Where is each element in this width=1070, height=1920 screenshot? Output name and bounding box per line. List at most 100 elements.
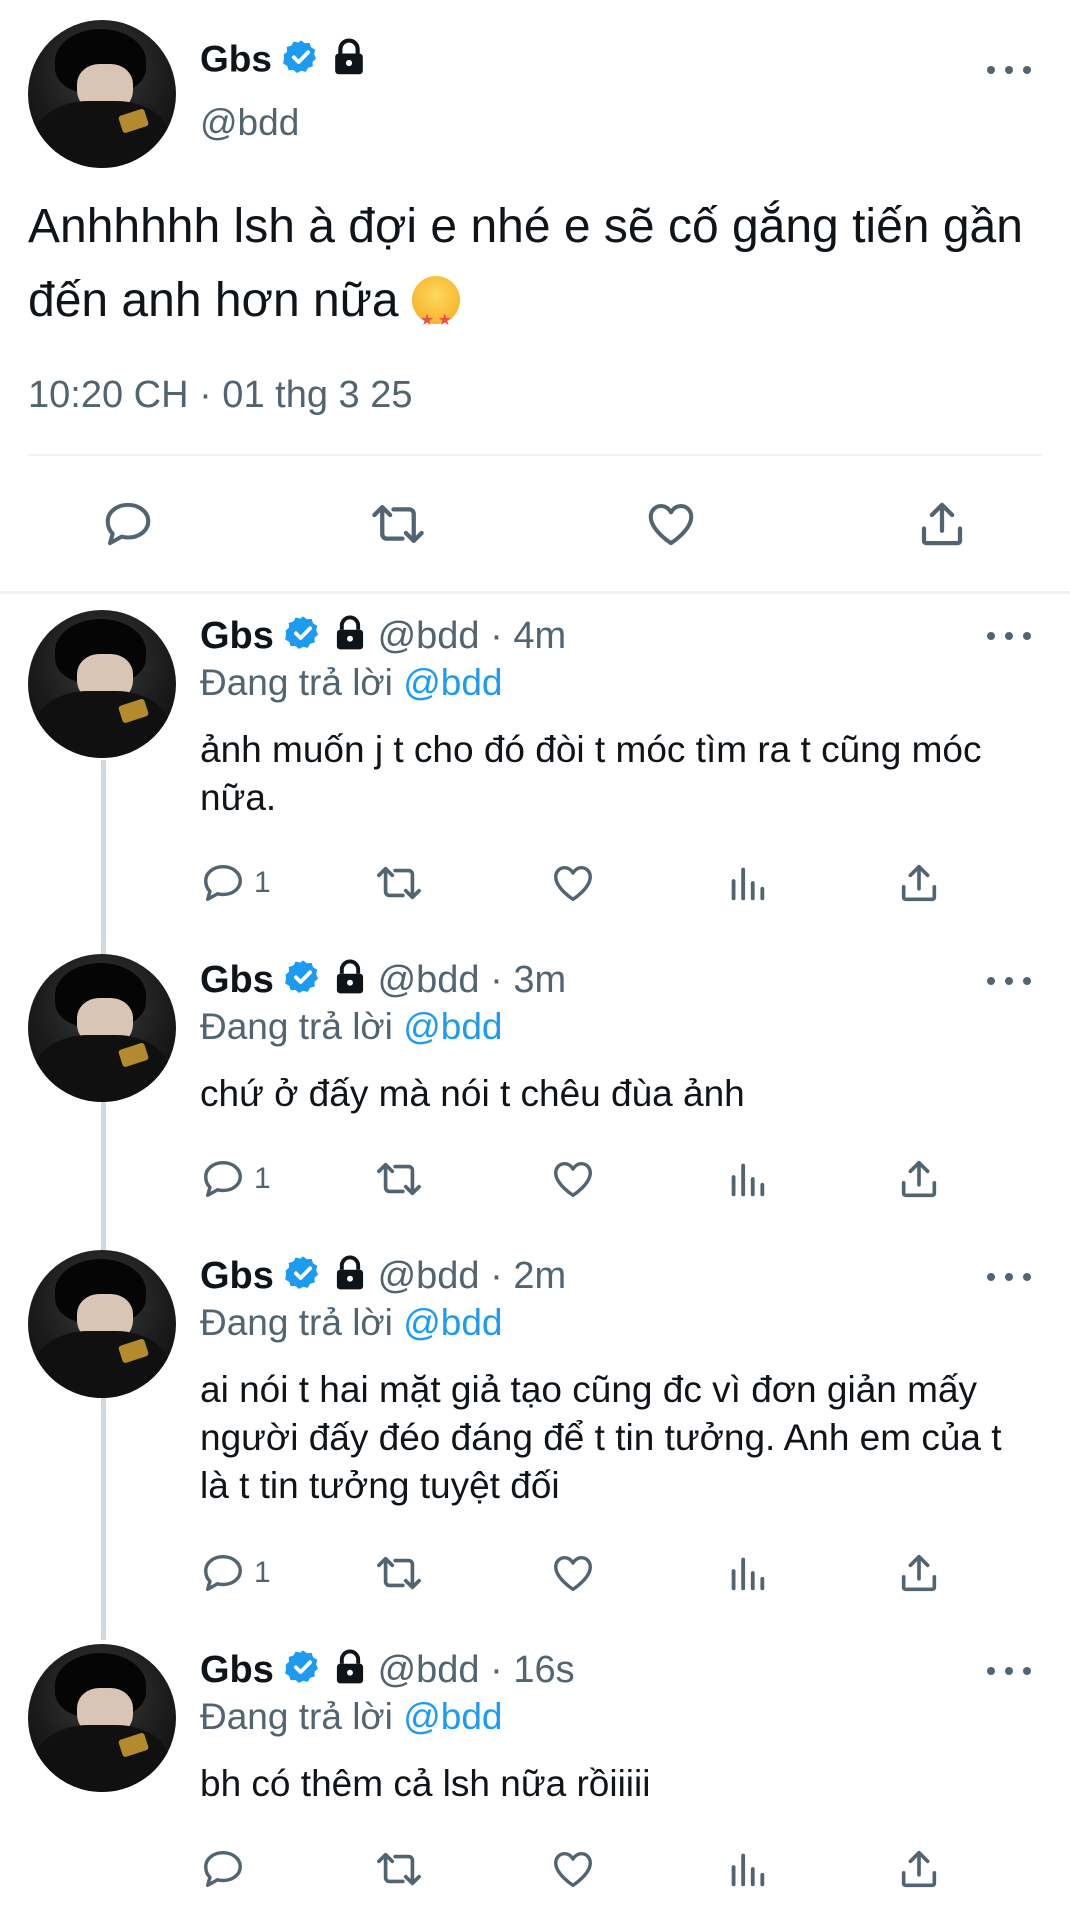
replying-mention[interactable]: @bdd [403, 662, 502, 703]
star-struck-emoji-icon [411, 276, 460, 358]
reply-icon [105, 502, 151, 546]
tweet-timestamp[interactable]: 10:20 CH · 01 thg 3 25 [28, 374, 412, 417]
retweet-button[interactable] [373, 860, 425, 906]
like-icon [554, 1161, 592, 1198]
reply-count: 1 [254, 866, 271, 899]
like-button[interactable] [643, 497, 699, 551]
share-icon [901, 1554, 937, 1592]
share-button[interactable] [896, 1846, 942, 1892]
tweet-thread-page: Gbs @bdd Anhhhhh lsh à đợi e nhé e sẽ cố… [0, 0, 1070, 1920]
retweet-button[interactable] [373, 1550, 425, 1596]
verified-badge-icon [282, 38, 320, 85]
like-button[interactable] [550, 860, 596, 906]
reply-icon [204, 1160, 242, 1198]
retweet-button[interactable] [373, 1846, 425, 1892]
share-icon [901, 1850, 937, 1888]
like-button[interactable] [550, 1550, 596, 1596]
thread-line [101, 760, 106, 1640]
views-button[interactable] [724, 1156, 770, 1202]
reply-header: Gbs @bdd · 3m [200, 958, 566, 1006]
avatar[interactable] [28, 20, 176, 168]
tweet-text: Anhhhhh lsh à đợi e nhé e sẽ cố gắng tiế… [28, 190, 1048, 358]
replying-prefix: Đang trả lời [200, 1696, 393, 1737]
author-handle[interactable]: @bdd [378, 959, 480, 1001]
separator-dot: · [490, 959, 503, 1002]
replying-to: Đang trả lời @bdd [200, 1302, 502, 1344]
avatar[interactable] [28, 1644, 176, 1792]
more-options-icon[interactable] [987, 1269, 1031, 1285]
share-icon [901, 864, 937, 902]
views-button[interactable] [724, 860, 770, 906]
replying-to: Đang trả lời @bdd [200, 1006, 502, 1048]
replying-to: Đang trả lời @bdd [200, 1696, 502, 1738]
more-options-icon[interactable] [987, 973, 1031, 989]
reply-text: chứ ở đấy mà nói t chêu đùa ảnh [200, 1073, 745, 1114]
like-icon [554, 1851, 592, 1888]
reply-time[interactable]: 16s [513, 1649, 574, 1691]
share-button[interactable] [896, 860, 942, 906]
reply-header: Gbs @bdd · 16s [200, 1648, 575, 1696]
like-button[interactable] [550, 1156, 596, 1202]
replying-prefix: Đang trả lời [200, 1006, 393, 1047]
reply-button[interactable] [200, 1846, 254, 1892]
divider [28, 454, 1042, 456]
reply-header: Gbs @bdd · 2m [200, 1254, 566, 1302]
reply-time[interactable]: 2m [513, 1255, 566, 1297]
retweet-icon [377, 1556, 421, 1590]
tweet-text-body: Anhhhhh lsh à đợi e nhé e sẽ cố gắng tiế… [28, 200, 1023, 327]
retweet-button[interactable] [373, 1156, 425, 1202]
more-options-icon[interactable] [987, 628, 1031, 644]
reply-time[interactable]: 4m [513, 615, 566, 657]
verified-badge-icon [284, 958, 322, 1006]
separator-dot: · [490, 615, 503, 658]
retweet-icon [377, 1162, 421, 1196]
lock-icon [333, 1255, 367, 1301]
like-icon [648, 503, 694, 546]
retweet-button[interactable] [367, 497, 429, 551]
lock-icon [333, 959, 367, 1005]
reply-count: 1 [254, 1162, 271, 1195]
author-handle[interactable]: @bdd [378, 1649, 480, 1691]
more-options-icon[interactable] [987, 1663, 1031, 1679]
share-button[interactable] [896, 1550, 942, 1596]
author-name[interactable]: Gbs [200, 615, 274, 657]
avatar[interactable] [28, 954, 176, 1102]
reply-time[interactable]: 3m [513, 959, 566, 1001]
like-icon [554, 865, 592, 902]
share-button[interactable] [914, 497, 970, 551]
replying-to: Đang trả lời @bdd [200, 662, 502, 704]
reply-icon [204, 864, 242, 902]
author-name-row[interactable]: Gbs [200, 38, 367, 85]
views-icon [731, 867, 765, 901]
separator-dot: · [490, 1255, 503, 1298]
verified-badge-icon [284, 1254, 322, 1302]
section-divider [0, 591, 1070, 594]
author-handle[interactable]: @bdd [378, 615, 480, 657]
author-handle[interactable]: @bdd [378, 1255, 480, 1297]
replying-mention[interactable]: @bdd [403, 1696, 502, 1737]
views-button[interactable] [724, 1550, 770, 1596]
share-button[interactable] [896, 1156, 942, 1202]
reply-button[interactable] [100, 497, 156, 551]
like-icon [554, 1555, 592, 1592]
share-icon [901, 1160, 937, 1198]
reply-button[interactable]: 1 [200, 1550, 271, 1596]
author-handle[interactable]: @bdd [200, 102, 299, 144]
reply-text: ai nói t hai mặt giả tạo cũng đc vì đơn … [200, 1369, 1002, 1506]
like-button[interactable] [550, 1846, 596, 1892]
views-button[interactable] [724, 1846, 770, 1892]
avatar[interactable] [28, 610, 176, 758]
avatar[interactable] [28, 1250, 176, 1398]
author-name[interactable]: Gbs [200, 1255, 274, 1297]
lock-icon [331, 38, 367, 85]
reply-button[interactable]: 1 [200, 860, 271, 906]
replying-prefix: Đang trả lời [200, 662, 393, 703]
author-name[interactable]: Gbs [200, 959, 274, 1001]
replying-mention[interactable]: @bdd [403, 1006, 502, 1047]
author-name[interactable]: Gbs [200, 1649, 274, 1691]
replying-mention[interactable]: @bdd [403, 1302, 502, 1343]
reply-header: Gbs @bdd · 4m [200, 614, 566, 662]
more-options-icon[interactable] [987, 62, 1031, 78]
verified-badge-icon [284, 1648, 322, 1696]
reply-button[interactable]: 1 [200, 1156, 271, 1202]
